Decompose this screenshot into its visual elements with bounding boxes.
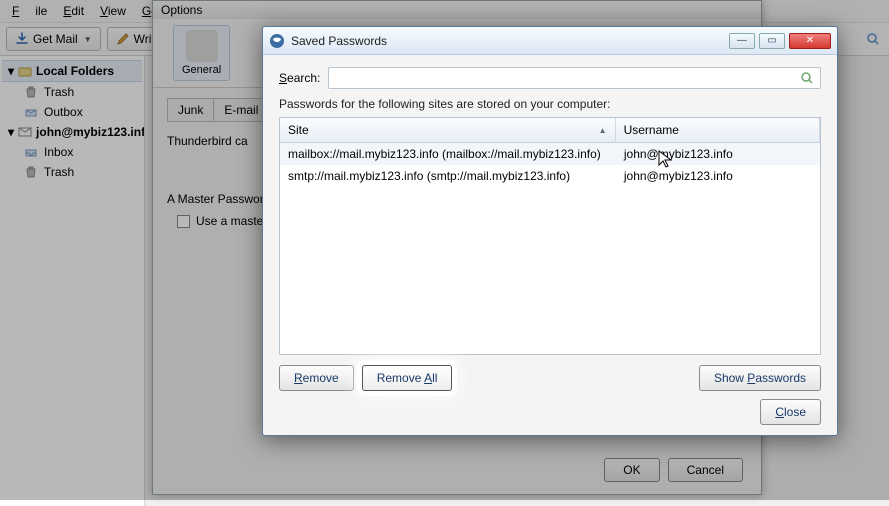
get-mail-label: Get Mail [33,32,78,46]
checkbox-icon[interactable] [177,215,190,228]
account-label: john@mybiz123.info [36,125,145,139]
search-label: Search: [279,71,320,85]
col-site[interactable]: Site ▲ [280,118,616,142]
show-passwords-button[interactable]: Show Passwords [699,365,821,391]
close-button[interactable]: Close [760,399,821,425]
search-icon[interactable] [863,30,883,48]
trash-icon [24,165,38,179]
dialog-body: Search: Passwords for the following site… [263,55,837,435]
dropdown-icon: ▼ [84,35,92,44]
maximize-button[interactable]: ▭ [759,33,785,49]
sidebar-item-inbox[interactable]: Inbox [2,142,142,162]
app-icon [269,33,285,49]
sidebar-account[interactable]: ▾ john@mybiz123.info [2,122,142,142]
download-icon [15,32,29,46]
sidebar-item-trash-acct[interactable]: Trash [2,162,142,182]
collapse-icon: ▾ [8,125,14,139]
window-buttons: — ▭ ✕ [729,33,831,49]
sidebar-item-outbox[interactable]: Outbox [2,102,142,122]
trash-icon [24,85,38,99]
col-site-label: Site [288,123,309,137]
close-window-button[interactable]: ✕ [789,33,831,49]
col-user-label: Username [624,123,679,137]
dialog-title: Saved Passwords [291,34,387,48]
saved-passwords-dialog: Saved Passwords — ▭ ✕ Search: Passwords … [262,26,838,436]
pencil-icon [116,32,130,46]
dialog-titlebar[interactable]: Saved Passwords — ▭ ✕ [263,27,837,55]
close-row: Close [279,399,821,425]
cell-site: smtp://mail.mybiz123.info (smtp://mail.m… [280,165,616,187]
menu-file[interactable]: File [4,2,55,20]
search-row: Search: [279,67,821,89]
remove-button[interactable]: Remove [279,365,354,391]
local-folders-label: Local Folders [36,64,114,78]
dialog-button-row: Remove Remove All Show Passwords [279,365,821,391]
collapse-icon: ▾ [8,64,14,78]
table-row[interactable]: mailbox://mail.mybiz123.info (mailbox://… [280,143,820,165]
item-label: Trash [44,85,74,99]
col-username[interactable]: Username [616,118,820,142]
passwords-table: Site ▲ Username mailbox://mail.mybiz123.… [279,117,821,355]
table-body: mailbox://mail.mybiz123.info (mailbox://… [280,143,820,354]
options-tab-general[interactable]: General [173,25,230,81]
sidebar-item-trash[interactable]: Trash [2,82,142,102]
minimize-button[interactable]: — [729,33,755,49]
options-button-bar: OK Cancel [604,458,743,482]
menu-view[interactable]: View [92,2,134,20]
outbox-icon [24,105,38,119]
menu-edit[interactable]: Edit [55,2,92,20]
folder-icon [18,64,32,78]
cancel-button[interactable]: Cancel [668,458,743,482]
cell-user: john@mybiz123.info [616,165,820,187]
cell-user: john@mybiz123.info [616,143,820,165]
sidebar-local-folders[interactable]: ▾ Local Folders [2,60,142,82]
checkbox-label: Use a master [196,214,267,228]
table-header: Site ▲ Username [280,118,820,143]
dialog-description: Passwords for the following sites are st… [279,97,821,111]
search-icon [800,71,814,85]
get-mail-button[interactable]: Get Mail ▼ [6,27,101,51]
subtab-junk[interactable]: Junk [167,98,214,121]
sort-asc-icon: ▲ [599,126,607,135]
cell-site: mailbox://mail.mybiz123.info (mailbox://… [280,143,616,165]
ok-button[interactable]: OK [604,458,659,482]
inbox-icon [24,145,38,159]
search-input[interactable] [328,67,821,89]
general-icon [186,30,218,62]
tab-label: General [182,64,221,76]
item-label: Trash [44,165,74,179]
table-row[interactable]: smtp://mail.mybiz123.info (smtp://mail.m… [280,165,820,187]
item-label: Inbox [44,145,73,159]
options-title: Options [153,1,761,19]
remove-all-button[interactable]: Remove All [362,365,453,391]
folder-sidebar: ▾ Local Folders Trash Outbox ▾ john@mybi… [0,56,145,506]
mail-icon [18,125,32,139]
item-label: Outbox [44,105,83,119]
